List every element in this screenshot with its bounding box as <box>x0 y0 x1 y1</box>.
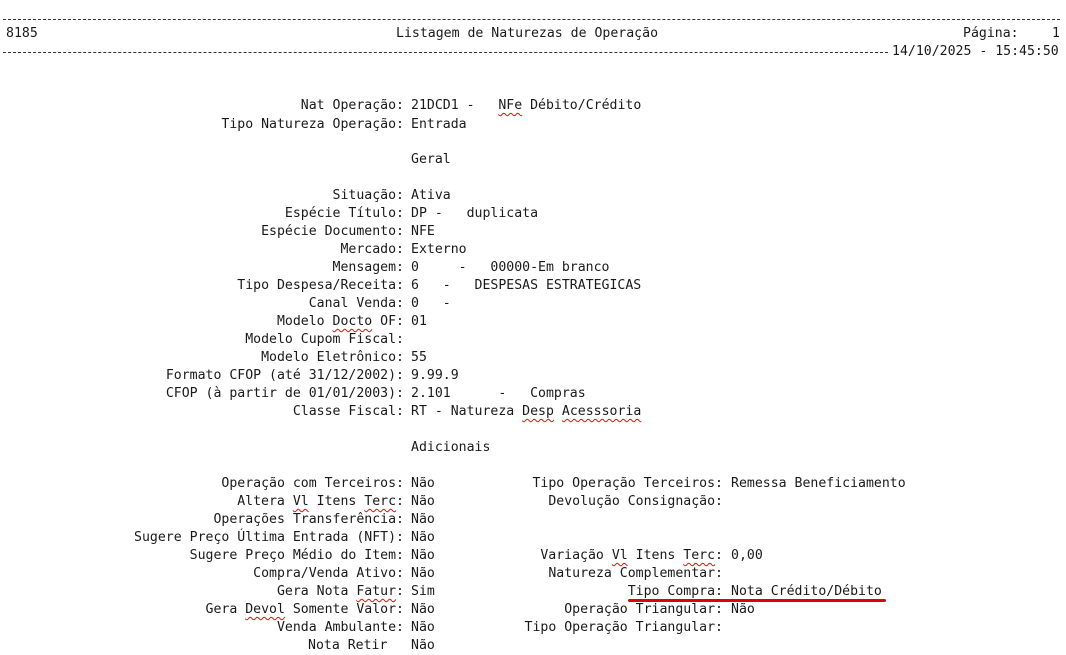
mercado-value: Externo <box>411 242 467 257</box>
tipo-despesa-label: Tipo Despesa/Receita: <box>237 278 404 293</box>
operacao-triangular-value: Não <box>731 602 755 617</box>
nat-operacao-nfe: NFe <box>498 98 523 113</box>
page-number: 1 <box>1052 26 1060 41</box>
tipo-op-terceiros-label: Tipo Operação Terceiros: <box>532 476 723 491</box>
nota-retir-value: Não <box>411 638 435 653</box>
tipo-op-terceiros-value: Remessa Beneficiamento <box>731 476 906 491</box>
section-adicionais: Adicionais <box>411 440 491 455</box>
natureza-complementar-label: Natureza Complementar: <box>548 566 723 581</box>
cfop-label: CFOP (à partir de 01/01/2003): <box>165 386 404 401</box>
cfop-value: 2.101 - Compras <box>411 386 586 401</box>
gera-nota-fatur-label: Gera Nota Fatur: <box>277 583 404 601</box>
sugere-ultima-label: Sugere Preço Última Entrada (NFT): <box>134 530 404 545</box>
variacao-vl-label-d: Terc <box>683 548 716 563</box>
report-title: Listagem de Naturezas de Operação <box>396 26 659 41</box>
classe-fiscal-label: Classe Fiscal: <box>292 404 404 419</box>
altera-vl-value: Não <box>411 494 435 509</box>
especie-titulo-value: DP - duplicata <box>411 206 539 221</box>
modelo-docto-label-a: Modelo <box>276 314 333 329</box>
classe-fiscal-value-d: Acesssoria <box>561 404 642 419</box>
sugere-medio-label: Sugere Preço Médio do Item: <box>189 548 404 563</box>
header-top-rule <box>3 19 1060 20</box>
gera-devol-value: Não <box>411 602 435 617</box>
situacao-value: Ativa <box>411 188 451 203</box>
section-geral: Geral <box>411 152 451 167</box>
modelo-docto-label-c: OF: <box>372 314 404 329</box>
gera-nota-fatur-value: Sim <box>411 584 435 599</box>
page-label: Página: <box>963 26 1019 41</box>
gera-devol-label-b: Devol <box>245 602 285 617</box>
classe-fiscal-value: RT - Natureza Desp Acesssoria <box>411 403 641 421</box>
classe-fiscal-value-c <box>554 404 562 419</box>
modelo-eletronico-value: 55 <box>411 350 427 365</box>
canal-venda-label: Canal Venda: <box>308 296 404 311</box>
operacao-triangular-label: Operação Triangular: <box>564 602 723 617</box>
modelo-eletronico-label: Modelo Eletrônico: <box>261 350 404 365</box>
nat-operacao-label: Nat Operação: <box>300 98 404 113</box>
variacao-vl-label-b: Vl <box>611 548 628 563</box>
gera-nota-fatur-label-c: : <box>396 584 404 599</box>
modelo-docto-label: Modelo Docto OF: <box>277 313 404 331</box>
nat-operacao-desc: Débito/Crédito <box>522 98 642 113</box>
report-datetime: 14/10/2025 - 15:45:50 <box>892 44 1059 59</box>
op-terceiros-value: Não <box>411 476 435 491</box>
tipo-natureza-value: Entrada <box>411 117 467 132</box>
venda-ambulante-label: Venda Ambulante: <box>276 620 404 635</box>
variacao-vl-label: Variação Vl Itens Terc: <box>540 547 723 565</box>
situacao-label: Situação: <box>332 188 404 203</box>
nat-operacao-code: 21DCD1 - <box>411 98 499 113</box>
gera-devol-label: Gera Devol Somente Valor: <box>206 601 405 619</box>
especie-documento-value: NFE <box>411 224 435 239</box>
compra-venda-ativo-value: Não <box>411 566 435 581</box>
nat-operacao-value: 21DCD1 - NFe Débito/Crédito <box>411 97 641 115</box>
report-code: 8185 <box>6 26 38 41</box>
modelo-docto-label-b: Docto <box>332 314 373 329</box>
variacao-vl-label-c: Itens <box>627 548 684 563</box>
canal-venda-value: 0 - <box>411 296 451 311</box>
formato-cfop-value: 9.99.9 <box>411 368 459 383</box>
gera-devol-label-a: Gera <box>205 602 246 617</box>
variacao-vl-value: 0,00 <box>731 548 763 563</box>
altera-vl-label-a: Altera <box>237 494 293 509</box>
nota-retir-label: Nota Retir <box>308 638 388 653</box>
altera-vl-label: Altera Vl Itens Terc: <box>237 493 404 511</box>
altera-vl-label-c: Itens <box>308 494 365 509</box>
especie-documento-label: Espécie Documento: <box>261 224 404 239</box>
mercado-label: Mercado: <box>340 242 404 257</box>
classe-fiscal-value-a: RT - Natureza <box>411 404 523 419</box>
tipo-natureza-label: Tipo Natureza Operação: <box>221 117 404 132</box>
mensagem-label: Mensagem: <box>332 260 404 275</box>
modelo-cupom-label: Modelo Cupom Fiscal: <box>245 332 404 347</box>
op-transferencia-value: Não <box>411 512 435 527</box>
op-terceiros-label: Operação com Terceiros: <box>221 476 404 491</box>
formato-cfop-label: Formato CFOP (até 31/12/2002): <box>165 368 404 383</box>
venda-ambulante-value: Não <box>411 620 435 635</box>
especie-titulo-label: Espécie Título: <box>284 206 404 221</box>
devolucao-consignacao-label: Devolução Consignação: <box>548 494 723 509</box>
op-transferencia-label: Operações Transferência: <box>213 512 404 527</box>
tipo-despesa-value: 6 - DESPESAS ESTRATEGICAS <box>411 278 642 293</box>
mensagem-value: 0 - 00000-Em branco <box>411 260 610 275</box>
modelo-docto-value: 01 <box>411 314 427 329</box>
altera-vl-label-b: Vl <box>292 494 309 509</box>
variacao-vl-label-e: : <box>715 548 723 563</box>
altera-vl-label-d: Terc <box>364 494 397 509</box>
gera-nota-fatur-label-a: Gera Nota <box>276 584 357 599</box>
header-bottom-rule <box>3 52 888 53</box>
sugere-ultima-value: Não <box>411 530 435 545</box>
altera-vl-label-e: : <box>396 494 404 509</box>
compra-venda-ativo-label: Compra/Venda Ativo: <box>253 566 404 581</box>
sugere-medio-value: Não <box>411 548 435 563</box>
tipo-operacao-triangular-label: Tipo Operação Triangular: <box>524 620 724 635</box>
classe-fiscal-value-b: Desp <box>522 404 554 419</box>
gera-nota-fatur-label-b: Fatur <box>356 584 397 599</box>
variacao-vl-label-a: Variação <box>540 548 612 563</box>
gera-devol-label-c: Somente Valor: <box>284 602 404 617</box>
